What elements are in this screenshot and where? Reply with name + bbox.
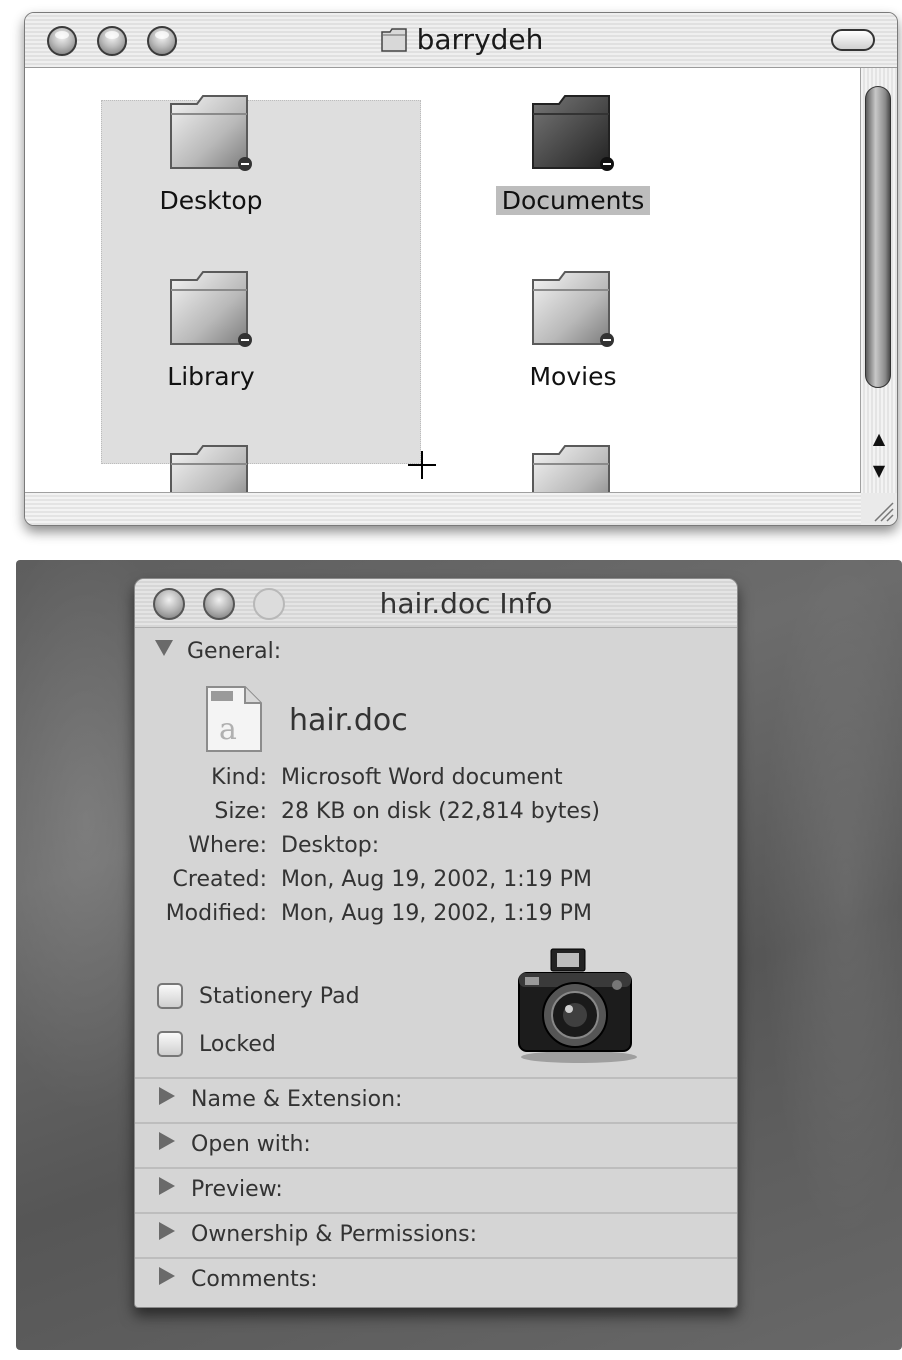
folder-icon	[532, 445, 610, 492]
crosshair-cursor-icon	[408, 451, 436, 479]
open-with-disclosure[interactable]: Open with:	[135, 1122, 737, 1167]
item-label: Movies	[529, 362, 617, 391]
word-document-icon: a	[203, 683, 265, 759]
item-label: Library	[167, 362, 255, 391]
file-name: hair.doc	[289, 703, 408, 738]
svg-text:a: a	[219, 712, 237, 747]
item-label: Documents	[495, 186, 651, 215]
folder-icon	[532, 271, 614, 347]
name-extension-disclosure[interactable]: Name & Extension:	[135, 1077, 737, 1122]
property-row: Kind: Microsoft Word document	[135, 765, 737, 799]
resize-grip-icon[interactable]	[861, 493, 897, 525]
vertical-scrollbar[interactable]: ▲ ▼	[860, 68, 897, 510]
disclosure-triangle-right-icon[interactable]	[159, 1267, 175, 1285]
folder-icon	[170, 95, 252, 171]
preview-disclosure[interactable]: Preview:	[135, 1167, 737, 1212]
item-label: Desktop	[159, 186, 263, 215]
checkbox-label: Stationery Pad	[199, 984, 360, 1009]
folder-item-desktop[interactable]: Desktop	[101, 82, 321, 215]
comments-disclosure[interactable]: Comments:	[135, 1257, 737, 1302]
locked-checkbox[interactable]: Locked	[157, 1031, 276, 1057]
disclosure-triangle-right-icon[interactable]	[159, 1132, 175, 1150]
window-title-text: barrydeh	[416, 23, 544, 56]
disclosure-triangle-right-icon[interactable]	[159, 1177, 175, 1195]
disclosure-triangle-right-icon[interactable]	[159, 1087, 175, 1105]
property-key: Size:	[214, 799, 267, 824]
folder-icon	[170, 271, 252, 347]
folder-icon	[380, 28, 407, 52]
folder-item-partial[interactable]	[463, 432, 683, 492]
property-row: Created: Mon, Aug 19, 2002, 1:19 PM	[135, 867, 737, 901]
disclosure-triangle-right-icon[interactable]	[159, 1222, 175, 1240]
finder-icon-view[interactable]: Desktop Documents Library Movies	[25, 68, 859, 492]
info-window: hair.doc Info General: a hair.doc Kind: M…	[134, 578, 738, 1308]
folder-item-documents[interactable]: Documents	[463, 82, 683, 215]
window-title: barrydeh	[25, 23, 897, 56]
general-disclosure[interactable]: General:	[155, 639, 281, 664]
property-key: Where:	[188, 833, 267, 858]
folder-item-library[interactable]: Library	[101, 258, 321, 391]
folder-icon	[532, 95, 614, 171]
info-titlebar[interactable]: hair.doc Info	[135, 579, 737, 628]
toolbar-toggle-button[interactable]	[831, 29, 875, 51]
property-key: Kind:	[211, 765, 267, 790]
property-value: Mon, Aug 19, 2002, 1:19 PM	[281, 901, 592, 926]
general-properties: Kind: Microsoft Word document Size: 28 KB …	[135, 765, 737, 935]
checkbox[interactable]	[157, 1031, 183, 1057]
finder-window: barrydeh Desktop Documents Library Movie…	[24, 12, 898, 526]
section-label: Comments:	[191, 1267, 318, 1292]
info-window-title: hair.doc Info	[379, 587, 553, 620]
property-value: Microsoft Word document	[281, 765, 563, 790]
camera-icon	[513, 947, 643, 1069]
property-row: Where: Desktop:	[135, 833, 737, 867]
folder-item-partial[interactable]	[101, 432, 321, 492]
property-value: Mon, Aug 19, 2002, 1:19 PM	[281, 867, 592, 892]
ownership-permissions-disclosure[interactable]: Ownership & Permissions:	[135, 1212, 737, 1257]
checkbox[interactable]	[157, 983, 183, 1009]
finder-titlebar[interactable]: barrydeh	[25, 13, 897, 68]
checkbox-label: Locked	[199, 1032, 276, 1057]
scroll-down-arrow-icon[interactable]: ▼	[861, 456, 897, 486]
section-label: Name & Extension:	[191, 1087, 403, 1112]
section-label: Ownership & Permissions:	[191, 1222, 477, 1247]
section-label: Preview:	[191, 1177, 283, 1202]
property-key: Created:	[172, 867, 267, 892]
property-row: Modified: Mon, Aug 19, 2002, 1:19 PM	[135, 901, 737, 935]
general-label: General:	[187, 639, 282, 664]
disclosure-triangle-down-icon[interactable]	[155, 640, 173, 656]
section-label: Open with:	[191, 1132, 311, 1157]
stationery-pad-checkbox[interactable]: Stationery Pad	[157, 983, 360, 1009]
folder-icon	[170, 445, 248, 492]
property-row: Size: 28 KB on disk (22,814 bytes)	[135, 799, 737, 833]
scroll-thumb[interactable]	[865, 86, 891, 388]
property-value: 28 KB on disk (22,814 bytes)	[281, 799, 600, 824]
horizontal-scrollbar[interactable]	[25, 492, 861, 525]
folder-item-movies[interactable]: Movies	[463, 258, 683, 391]
property-value: Desktop:	[281, 833, 380, 858]
property-key: Modified:	[165, 901, 267, 926]
scroll-up-arrow-icon[interactable]: ▲	[861, 424, 897, 454]
